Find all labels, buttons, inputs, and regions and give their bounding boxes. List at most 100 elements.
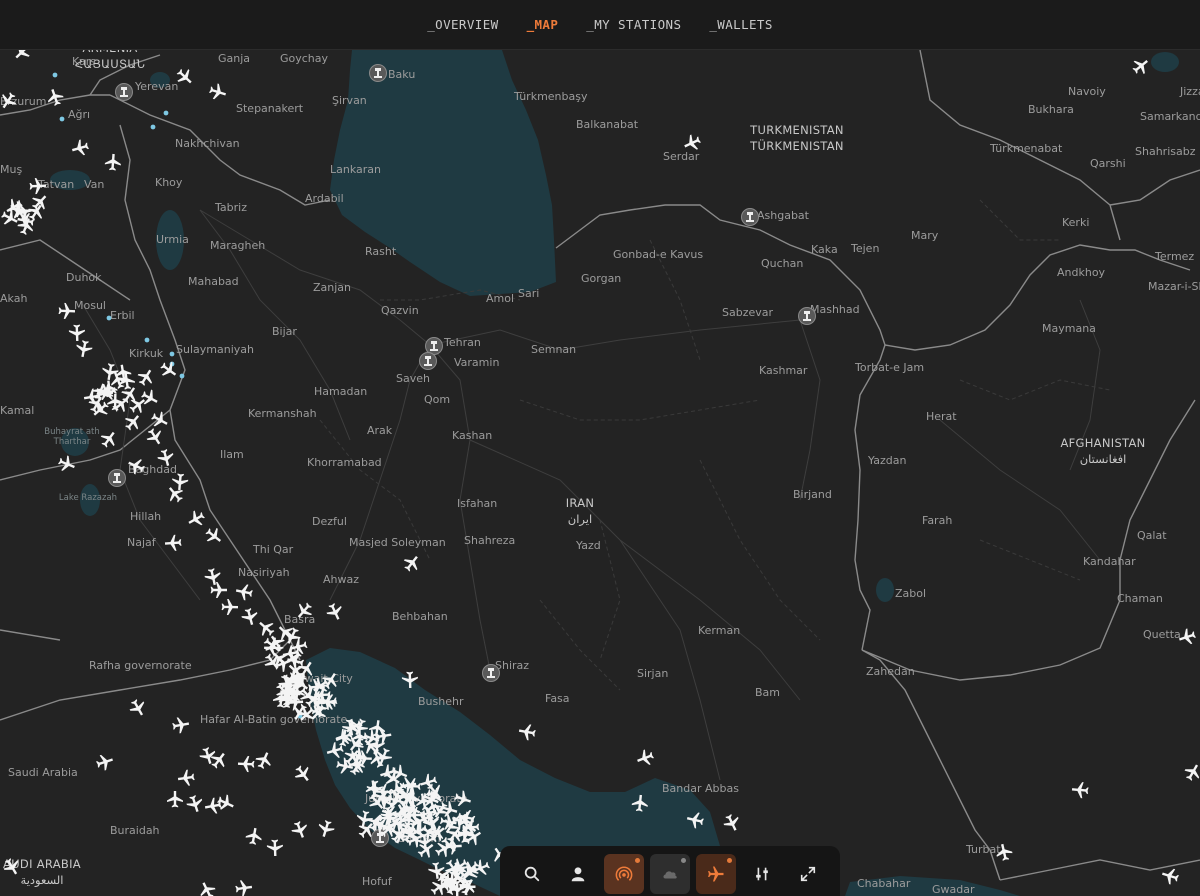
city-label-kerki: Kerki (1062, 216, 1089, 229)
city-label-bam: Bam (755, 686, 780, 699)
city-label-bushehr: Bushehr (418, 695, 464, 708)
city-label-rasht: Rasht (365, 245, 397, 258)
city-label-zanjan: Zanjan (313, 281, 351, 294)
station-pin-icon[interactable] (425, 337, 443, 355)
city-label-samarkand: Samarkand (1140, 110, 1200, 123)
city-label-bukhara: Bukhara (1028, 103, 1074, 116)
city-label-behbahan: Behbahan (392, 610, 448, 623)
station-pin-icon[interactable] (798, 307, 816, 325)
country-label-armenia: ARMENIA (82, 50, 137, 55)
city-label-sirjan: Sirjan (637, 667, 668, 680)
city-label-maragheh: Maragheh (210, 239, 265, 252)
city-label-mazar-i-sh: Mazar-i-Sh (1148, 280, 1200, 293)
stations-toggle-button[interactable] (604, 854, 644, 894)
city-label-jizza: Jizza (1179, 85, 1200, 98)
city-label-gorgan: Gorgan (581, 272, 621, 285)
flight-map[interactable]: Kars Ganja GoychayBakuYerevanAğrıŞirvan Tür… (0, 50, 1200, 896)
country-label-turkmenistan: TURKMENISTAN (749, 123, 844, 137)
city-label-van: Van (84, 178, 104, 191)
city-label-saveh: Saveh (396, 372, 430, 385)
sensor-dot[interactable] (163, 110, 169, 116)
city-label-zabol: Zabol (895, 587, 926, 600)
nav-my-stations[interactable]: _MY STATIONS (586, 17, 681, 32)
country-label-afghanistan: AFGHANISTAN (1060, 436, 1145, 450)
city-label-semnan: Semnan (531, 343, 576, 356)
city-label-lankaran: Lankaran (330, 163, 381, 176)
city-label-isfahan: Isfahan (457, 497, 497, 510)
station-pin-icon[interactable] (108, 469, 126, 487)
broadcast-icon (615, 866, 633, 881)
nav-overview[interactable]: _OVERVIEW (427, 17, 498, 32)
airplane-icon (708, 866, 724, 882)
sensor-dot[interactable] (59, 116, 65, 122)
city-label-fasa: Fasa (545, 692, 570, 705)
city-label-tehran: Tehran (443, 336, 481, 349)
city-label-torbat-e-jam: Torbat-e Jam (854, 361, 924, 374)
city-label-shahreza: Shahreza (464, 534, 515, 547)
city-label-ashgabat: Ashgabat (757, 209, 810, 222)
city-label-kandahar: Kandahar (1083, 555, 1136, 568)
station-pin-icon[interactable] (482, 664, 500, 682)
fullscreen-button[interactable] (788, 854, 828, 894)
city-label-kermanshah: Kermanshah (248, 407, 317, 420)
city-label-turbat: Turbat (965, 843, 1001, 856)
city-label-serdar: Serdar (663, 150, 700, 163)
city-label-hillah: Hillah (130, 510, 161, 523)
nav-map[interactable]: _MAP (527, 17, 559, 32)
city-label-khoy: Khoy (155, 176, 183, 189)
sensor-dot[interactable] (52, 72, 58, 78)
city-label-nasiriyah: Nasiriyah (238, 566, 290, 579)
city-label-hafar-al-batin-governorate: Hafar Al-Batin governorate (200, 713, 348, 726)
city-label-urmia: Urmia (156, 233, 189, 246)
user-icon (571, 867, 585, 882)
city-label-hamadan: Hamadan (314, 385, 367, 398)
city-label-bijar: Bijar (272, 325, 297, 338)
badge-dot (681, 858, 686, 863)
city-label-t-rkmenabat: Türkmenabat (989, 142, 1063, 155)
station-pin-icon[interactable] (419, 352, 437, 370)
top-navigation: _OVERVIEW _MAP _MY STATIONS _WALLETS (0, 0, 1200, 50)
city-label-tatvan: Tatvan (37, 178, 74, 191)
sensor-dot[interactable] (169, 351, 175, 357)
city-label-maymana: Maymana (1042, 322, 1096, 335)
city-label-ilam: Ilam (220, 448, 244, 461)
sensor-dot[interactable] (179, 373, 185, 379)
weather-toggle-button[interactable] (650, 854, 690, 894)
city-label-kamal: Kamal (0, 404, 34, 417)
city-label-buraidah: Buraidah (110, 824, 160, 837)
lake-east (1151, 52, 1179, 72)
station-pin-icon[interactable] (115, 83, 133, 101)
city-label-rafha-governorate: Rafha governorate (89, 659, 192, 672)
city-label-ganja: Ganja (218, 52, 250, 65)
city-label-amol: Amol (486, 292, 514, 305)
nav-wallets[interactable]: _WALLETS (709, 17, 772, 32)
city-label-mu: Muş (0, 163, 22, 176)
city-label-stepanakert: Stepanakert (236, 102, 304, 115)
city-label-bandar-abbas: Bandar Abbas (662, 782, 739, 795)
station-pin-icon[interactable] (369, 64, 387, 82)
water-label-buhayrat-ath-tharthar-1: Tharthar (53, 437, 91, 447)
city-label-navoiy: Navoiy (1068, 85, 1106, 98)
search-button[interactable] (512, 854, 552, 894)
sensor-dot[interactable] (144, 337, 150, 343)
city-label-yazd: Yazd (575, 539, 601, 552)
city-label-qarshi: Qarshi (1090, 157, 1126, 170)
country-native-label-turkmenistan: TÜRKMENISTAN (749, 137, 844, 153)
sensor-dot[interactable] (106, 315, 112, 321)
user-button[interactable] (558, 854, 598, 894)
city-label-nakhchivan: Nakhchivan (175, 137, 240, 150)
city-label-akah: Akah (0, 292, 27, 305)
city-label-najaf: Najaf (127, 536, 157, 549)
city-label-shiraz: Shiraz (495, 659, 529, 672)
city-label-chabahar: Chabahar (857, 877, 911, 890)
aircraft-toggle-button[interactable] (696, 854, 736, 894)
country-native-label-armenia: ՀԱՅԱՍՏԱՆ (75, 57, 145, 71)
city-label-saudi-arabia: Saudi Arabia (8, 766, 78, 779)
city-label-mosul: Mosul (74, 299, 106, 312)
city-label-ahwaz: Ahwaz (323, 573, 359, 586)
station-pin-icon[interactable] (741, 208, 759, 226)
city-label-hofuf: Hofuf (362, 875, 393, 888)
sensor-dot[interactable] (150, 124, 156, 130)
filters-button[interactable] (742, 854, 782, 894)
water-label-buhayrat-ath-tharthar-0: Buhayrat ath (44, 427, 100, 437)
